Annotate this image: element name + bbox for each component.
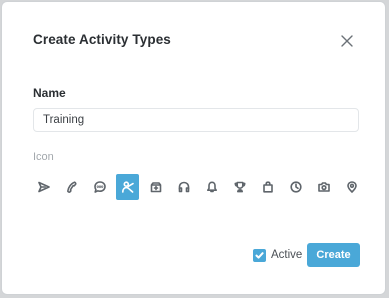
- clock-icon: [289, 181, 302, 193]
- inbox-icon: [150, 182, 161, 193]
- create-button[interactable]: Create: [307, 243, 360, 267]
- icon-option-location-pin[interactable]: [340, 174, 363, 200]
- icon-option-inbox[interactable]: [144, 174, 167, 200]
- send-icon: [37, 181, 50, 193]
- icon-option-chat[interactable]: [88, 174, 111, 200]
- icon-option-headphones[interactable]: [172, 174, 195, 200]
- active-label: Active: [271, 249, 303, 261]
- icon-option-shopping-bag[interactable]: [256, 174, 279, 200]
- phone-icon: [66, 181, 77, 193]
- headphones-icon: [178, 181, 189, 193]
- icon-picker: [32, 174, 366, 200]
- active-toggle: Active: [253, 248, 302, 262]
- name-input[interactable]: [33, 108, 359, 132]
- training-icon: [121, 181, 134, 193]
- icon-label: Icon: [33, 151, 54, 163]
- camera-icon: [317, 182, 330, 192]
- create-activity-type-dialog: Create Activity Types Name Icon: [1, 1, 386, 295]
- dialog-title: Create Activity Types: [33, 32, 171, 47]
- icon-option-clock[interactable]: [284, 174, 307, 200]
- close-icon: [341, 35, 353, 47]
- close-button[interactable]: [338, 32, 356, 50]
- icon-option-training[interactable]: [116, 174, 139, 200]
- icon-option-send[interactable]: [32, 174, 55, 200]
- icon-option-camera[interactable]: [312, 174, 335, 200]
- active-checkbox[interactable]: [253, 248, 266, 262]
- name-label: Name: [33, 86, 66, 100]
- shopping-bag-icon: [262, 181, 273, 193]
- bell-icon: [206, 181, 217, 193]
- checkmark-icon: [255, 251, 264, 259]
- location-pin-icon: [346, 181, 357, 193]
- icon-option-phone[interactable]: [60, 174, 83, 200]
- chat-icon: [93, 181, 106, 193]
- icon-option-trophy[interactable]: [228, 174, 251, 200]
- trophy-icon: [234, 181, 245, 193]
- icon-option-bell[interactable]: [200, 174, 223, 200]
